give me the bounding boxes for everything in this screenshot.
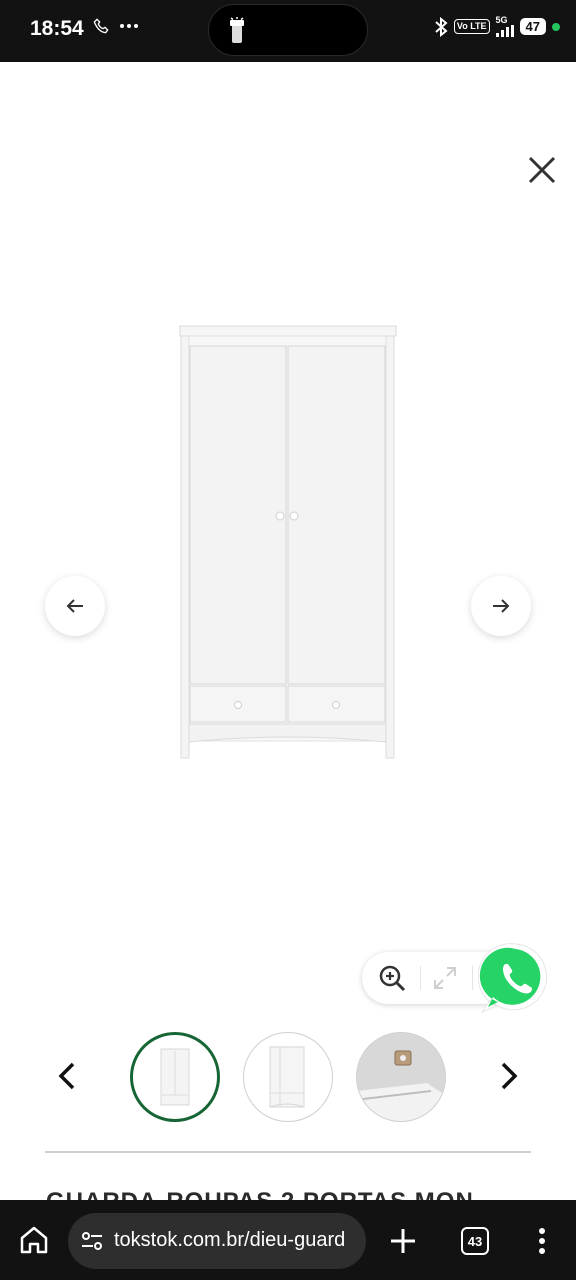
status-right: Vo LTE 5G 47	[434, 16, 560, 37]
dynamic-island	[208, 4, 368, 56]
home-icon[interactable]	[18, 1224, 50, 1256]
thumbnail-image	[269, 1046, 305, 1108]
chevron-left-icon[interactable]	[50, 1058, 86, 1094]
zoom-in-icon[interactable]	[378, 964, 406, 992]
status-bar: 18:54 Vo LTE 5G 47	[0, 0, 576, 62]
battery-indicator: 47	[519, 18, 546, 35]
signal-icon	[495, 25, 514, 37]
thumbnail-hinge-detail[interactable]	[356, 1032, 446, 1122]
next-image-button[interactable]	[471, 576, 531, 636]
tab-switcher-button[interactable]: 43	[461, 1227, 489, 1255]
prev-image-button[interactable]	[45, 576, 105, 636]
flashlight-icon	[230, 17, 244, 43]
thumbnail-image	[357, 1033, 445, 1121]
status-left-icons	[93, 18, 139, 34]
network-type: 5G	[495, 15, 508, 25]
more-dots-icon	[120, 24, 138, 28]
page: 18:54 Vo LTE 5G 47 tokstok.com.br/dieu-g…	[0, 0, 576, 1280]
new-tab-icon[interactable]	[388, 1226, 418, 1256]
volte-badge: Vo LTE	[453, 19, 490, 34]
url-bar[interactable]: tokstok.com.br/dieu-guard	[68, 1213, 366, 1269]
fullscreen-icon[interactable]	[432, 965, 458, 991]
bluetooth-icon	[435, 16, 448, 37]
product-image	[179, 325, 397, 759]
arrow-right-icon	[493, 599, 510, 613]
privacy-dot	[552, 22, 560, 31]
divider	[45, 1151, 531, 1153]
close-icon[interactable]	[524, 152, 560, 188]
phone-icon	[93, 18, 109, 34]
thumbnail-angle-view[interactable]	[243, 1032, 333, 1122]
toolbar-separator	[472, 966, 473, 990]
thumbnail-image	[160, 1048, 190, 1106]
whatsapp-icon[interactable]	[478, 940, 554, 1016]
toolbar-separator	[420, 966, 421, 990]
overflow-menu-icon[interactable]	[530, 1226, 554, 1256]
thumbnail-front-view[interactable]	[130, 1032, 220, 1122]
site-settings-icon[interactable]	[80, 1229, 104, 1253]
status-time: 18:54	[30, 17, 84, 40]
arrow-left-icon	[66, 599, 83, 613]
chevron-right-icon[interactable]	[490, 1058, 526, 1094]
browser-toolbar: tokstok.com.br/dieu-guard 43	[0, 1200, 576, 1280]
url-text: tokstok.com.br/dieu-guard	[114, 1229, 346, 1251]
